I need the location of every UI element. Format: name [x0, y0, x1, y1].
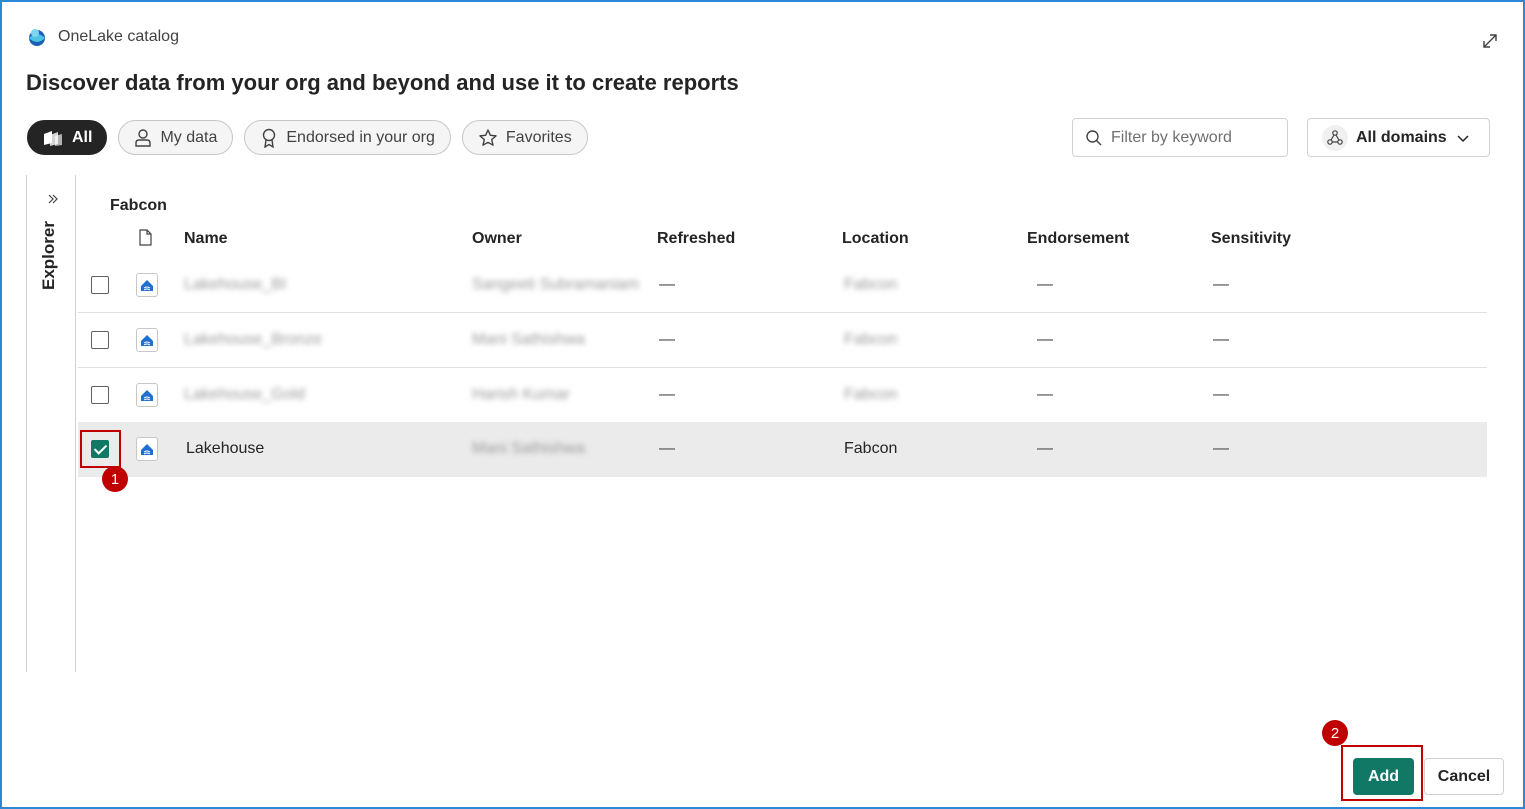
column-header-location[interactable]: Location: [842, 230, 909, 248]
row-name[interactable]: Lakehouse_Bronze: [184, 331, 322, 349]
person-icon: [135, 128, 152, 147]
row-checkbox[interactable]: [91, 331, 109, 349]
row-endorsement: —: [1037, 331, 1053, 348]
onelake-logo-icon: [29, 29, 45, 46]
domains-label: All domains: [1356, 128, 1447, 146]
app-header: OneLake catalog: [26, 26, 179, 48]
double-chevron-right-icon[interactable]: [47, 193, 59, 205]
row-checkbox[interactable]: [91, 386, 109, 404]
row-refreshed: —: [659, 276, 675, 293]
filter-pills: All My data Endorsed in your org Favorit…: [27, 120, 588, 155]
pill-all[interactable]: All: [27, 120, 108, 155]
domains-icon: [1322, 124, 1348, 151]
app-title: OneLake catalog: [58, 28, 179, 45]
row-refreshed: —: [659, 386, 675, 403]
pill-label: Favorites: [505, 128, 572, 146]
row-owner: Mani Sathishwa: [472, 331, 585, 348]
table-row[interactable]: Lakehouse_Gold Harish Kumar — Fabcon — —: [78, 368, 1487, 423]
row-location: Fabcon: [844, 440, 898, 457]
row-sensitivity: —: [1213, 276, 1229, 293]
dialog-frame: OneLake catalog Discover data from your …: [0, 0, 1525, 809]
row-owner: Sangeeti Subramaniam: [472, 276, 640, 293]
search-input[interactable]: [1111, 128, 1271, 147]
row-owner: Mani Sathishwa: [472, 440, 585, 457]
table-row-selected[interactable]: Lakehouse Mani Sathishwa — Fabcon — —: [78, 422, 1487, 477]
pill-my-data[interactable]: My data: [118, 120, 234, 155]
file-type-icon: [139, 229, 152, 246]
row-refreshed: —: [659, 440, 675, 457]
explorer-panel[interactable]: Explorer: [26, 175, 76, 672]
domains-dropdown[interactable]: All domains: [1307, 118, 1490, 157]
row-endorsement: —: [1037, 386, 1053, 403]
step-badge-2: 2: [1322, 720, 1348, 746]
lakehouse-icon: [136, 383, 158, 407]
all-items-icon: [44, 130, 62, 146]
table-row[interactable]: Lakehouse_Bronze Mani Sathishwa — Fabcon…: [78, 313, 1487, 368]
row-name[interactable]: Lakehouse_BI: [184, 276, 286, 294]
row-checkbox[interactable]: [91, 276, 109, 294]
pill-favorites[interactable]: Favorites: [461, 120, 588, 155]
add-button[interactable]: Add: [1353, 758, 1414, 795]
row-sensitivity: —: [1213, 331, 1229, 348]
row-endorsement: —: [1037, 276, 1053, 293]
pill-label: All: [72, 128, 93, 146]
column-header-owner[interactable]: Owner: [472, 230, 522, 248]
keyword-filter[interactable]: [1072, 118, 1288, 157]
row-name[interactable]: Lakehouse_Gold: [184, 386, 305, 404]
explorer-label: Explorer: [39, 221, 58, 290]
row-location: Fabcon: [844, 331, 898, 348]
lakehouse-icon: [136, 273, 158, 297]
row-owner: Harish Kumar: [472, 386, 570, 403]
row-sensitivity: —: [1213, 440, 1229, 457]
cancel-button[interactable]: Cancel: [1424, 758, 1504, 795]
row-name[interactable]: Lakehouse: [186, 440, 264, 458]
lakehouse-icon: [136, 437, 158, 461]
pill-label: Endorsed in your org: [286, 128, 435, 146]
star-icon: [479, 128, 497, 146]
ribbon-icon: [263, 128, 276, 148]
pill-endorsed[interactable]: Endorsed in your org: [244, 120, 451, 155]
step-badge-1: 1: [102, 466, 128, 492]
chevron-down-icon: [1457, 134, 1469, 142]
row-refreshed: —: [659, 331, 675, 348]
column-header-endorsement[interactable]: Endorsement: [1027, 230, 1129, 248]
page-title: Discover data from your org and beyond a…: [26, 70, 739, 95]
column-header-refreshed[interactable]: Refreshed: [657, 230, 735, 248]
column-header-sensitivity[interactable]: Sensitivity: [1211, 230, 1291, 248]
column-header-name[interactable]: Name: [184, 230, 228, 248]
row-location: Fabcon: [844, 386, 898, 403]
search-icon: [1086, 129, 1102, 145]
table-row[interactable]: Lakehouse_BI Sangeeti Subramaniam — Fabc…: [78, 258, 1487, 313]
breadcrumb[interactable]: Fabcon: [110, 197, 167, 215]
highlight-box-checkbox: [80, 430, 121, 468]
lakehouse-icon: [136, 328, 158, 352]
row-location: Fabcon: [844, 276, 898, 293]
row-sensitivity: —: [1213, 386, 1229, 403]
row-endorsement: —: [1037, 440, 1053, 457]
expand-icon[interactable]: [1481, 32, 1499, 50]
pill-label: My data: [160, 128, 218, 146]
